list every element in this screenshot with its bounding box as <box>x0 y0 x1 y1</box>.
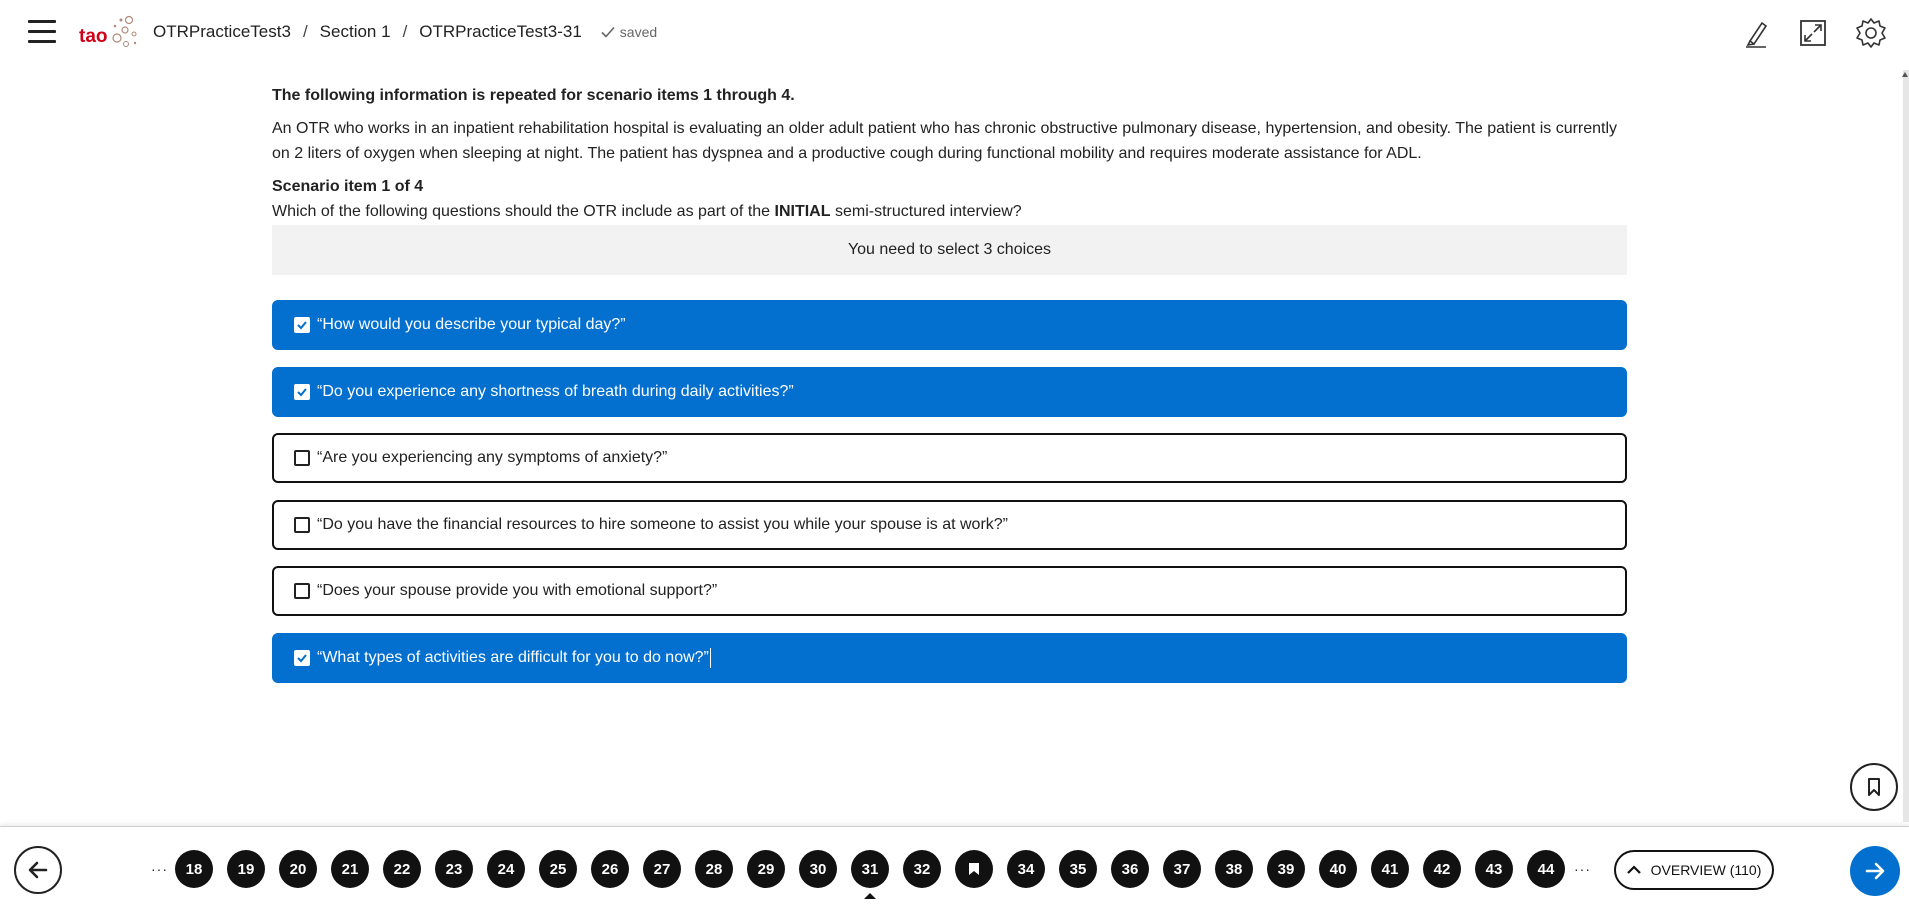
overview-button[interactable]: OVERVIEW (110) <box>1614 850 1774 890</box>
tao-logo: tao <box>79 12 139 52</box>
hamburger-icon[interactable] <box>28 20 56 44</box>
page-button[interactable]: 20 <box>279 850 317 888</box>
scenario-intro-heading: The following information is repeated fo… <box>272 87 795 104</box>
page-button[interactable]: 37 <box>1163 850 1201 888</box>
page-button[interactable]: 21 <box>331 850 369 888</box>
page-button[interactable]: 28 <box>695 850 733 888</box>
checkbox-empty-icon[interactable] <box>294 583 310 599</box>
previous-button[interactable] <box>14 846 62 894</box>
highlighter-icon[interactable] <box>1740 17 1772 49</box>
page-button[interactable]: 27 <box>643 850 681 888</box>
page-button[interactable]: 25 <box>539 850 577 888</box>
breadcrumb-section[interactable]: Section 1 <box>320 22 391 42</box>
breadcrumb: OTRPracticeTest3 / Section 1 / OTRPracti… <box>153 22 657 42</box>
page-button[interactable]: 40 <box>1319 850 1357 888</box>
choice-option[interactable]: “How would you describe your typical day… <box>272 300 1627 350</box>
page-button[interactable]: 35 <box>1059 850 1097 888</box>
arrow-right-icon <box>1865 862 1885 880</box>
page-button[interactable]: 41 <box>1371 850 1409 888</box>
next-button[interactable] <box>1850 846 1900 896</box>
page-button[interactable]: 26 <box>591 850 629 888</box>
item-title: Scenario item 1 of 4 <box>272 178 424 195</box>
breadcrumb-separator: / <box>302 22 308 41</box>
breadcrumb-item: OTRPracticeTest3-31 <box>419 22 582 41</box>
pager-ellipsis[interactable]: ··· <box>151 861 167 877</box>
page-button[interactable]: 42 <box>1423 850 1461 888</box>
text-cursor <box>709 647 711 668</box>
prompt-emphasis: INITIAL <box>774 203 831 220</box>
choice-label: “Do you have the financial resources to … <box>317 515 1009 533</box>
checkbox-empty-icon[interactable] <box>294 516 310 533</box>
bookmark-icon <box>1868 778 1880 796</box>
chevron-up-icon <box>1626 865 1641 874</box>
page-button-current[interactable]: 31 <box>851 850 889 899</box>
choice-label: “What types of activities are difficult … <box>317 648 709 666</box>
page-button[interactable]: 36 <box>1111 850 1149 888</box>
page-button[interactable]: 30 <box>799 850 837 888</box>
page-button[interactable]: 19 <box>227 850 265 888</box>
breadcrumb-separator: / <box>402 22 408 41</box>
page-button[interactable]: 38 <box>1215 850 1253 888</box>
selection-hint: You need to select 3 choices <box>272 225 1627 275</box>
prompt-text-after: semi-structured interview? <box>834 203 1022 220</box>
choice-option[interactable]: “What types of activities are difficult … <box>272 632 1627 683</box>
page-button[interactable]: 18 <box>175 850 213 888</box>
svg-text:tao: tao <box>79 26 108 47</box>
check-icon <box>601 26 615 38</box>
choice-label: “Does your spouse provide you with emoti… <box>317 582 718 599</box>
gear-icon[interactable] <box>1855 17 1887 49</box>
page-button[interactable]: 23 <box>435 850 473 888</box>
checkbox-checked-icon[interactable] <box>294 649 310 666</box>
vertical-scrollbar[interactable] <box>1903 70 1909 822</box>
pager-ellipsis[interactable]: ··· <box>1574 861 1590 877</box>
page-button[interactable]: 29 <box>747 850 785 888</box>
page-button[interactable]: 32 <box>903 850 941 888</box>
page-button[interactable]: 24 <box>487 850 525 888</box>
choice-label: “How would you describe your typical day… <box>317 316 626 333</box>
page-button[interactable]: 43 <box>1475 850 1513 888</box>
breadcrumb-test[interactable]: OTRPracticeTest3 <box>153 22 291 42</box>
save-status-text: saved <box>619 24 658 40</box>
navigation-bar: ··· 18 19 20 21 22 23 24 25 26 27 28 29 30 31 32 34 35 36 3… <box>0 826 1909 912</box>
checkbox-checked-icon[interactable] <box>294 317 310 333</box>
arrow-left-icon <box>28 861 48 879</box>
scroll-up-arrow-icon[interactable] <box>1902 72 1908 77</box>
choice-option[interactable]: “Do you have the financial resources to … <box>272 499 1627 550</box>
choice-option[interactable]: “Are you experiencing any symptoms of an… <box>272 433 1627 483</box>
checkbox-checked-icon[interactable] <box>294 383 310 400</box>
top-bar: tao OTRPracticeTest3 / Section 1 / OTRPr… <box>0 0 1909 66</box>
page-button[interactable]: 39 <box>1267 850 1305 888</box>
scenario-intro-text: An OTR who works in an inpatient rehabil… <box>272 120 1618 162</box>
item-prompt: Which of the following questions should … <box>272 201 1627 223</box>
page-button-flagged[interactable] <box>955 850 993 888</box>
checkbox-empty-icon[interactable] <box>294 450 310 466</box>
page-button[interactable]: 44 <box>1527 850 1565 888</box>
choice-list: “How would you describe your typical day… <box>272 300 1627 683</box>
bookmark-icon <box>969 863 979 875</box>
item-content: The following information is repeated fo… <box>272 85 1627 699</box>
choice-label: “Do you experience any shortness of brea… <box>317 382 794 400</box>
choice-option[interactable]: “Do you experience any shortness of brea… <box>272 366 1627 417</box>
page-button[interactable]: 34 <box>1007 850 1045 888</box>
save-status: saved <box>600 24 657 40</box>
item-pager: ··· 18 19 20 21 22 23 24 25 26 27 28 29 30 31 32 34 35 36 3… <box>150 850 1591 899</box>
overview-label: OVERVIEW (110) <box>1650 862 1762 878</box>
choice-option[interactable]: “Does your spouse provide you with emoti… <box>272 566 1627 616</box>
expand-icon[interactable] <box>1797 17 1829 49</box>
bookmark-button[interactable] <box>1850 763 1898 811</box>
prompt-text-before: Which of the following questions should … <box>272 203 771 220</box>
choice-label: “Are you experiencing any symptoms of an… <box>317 449 668 466</box>
page-button[interactable]: 22 <box>383 850 421 888</box>
